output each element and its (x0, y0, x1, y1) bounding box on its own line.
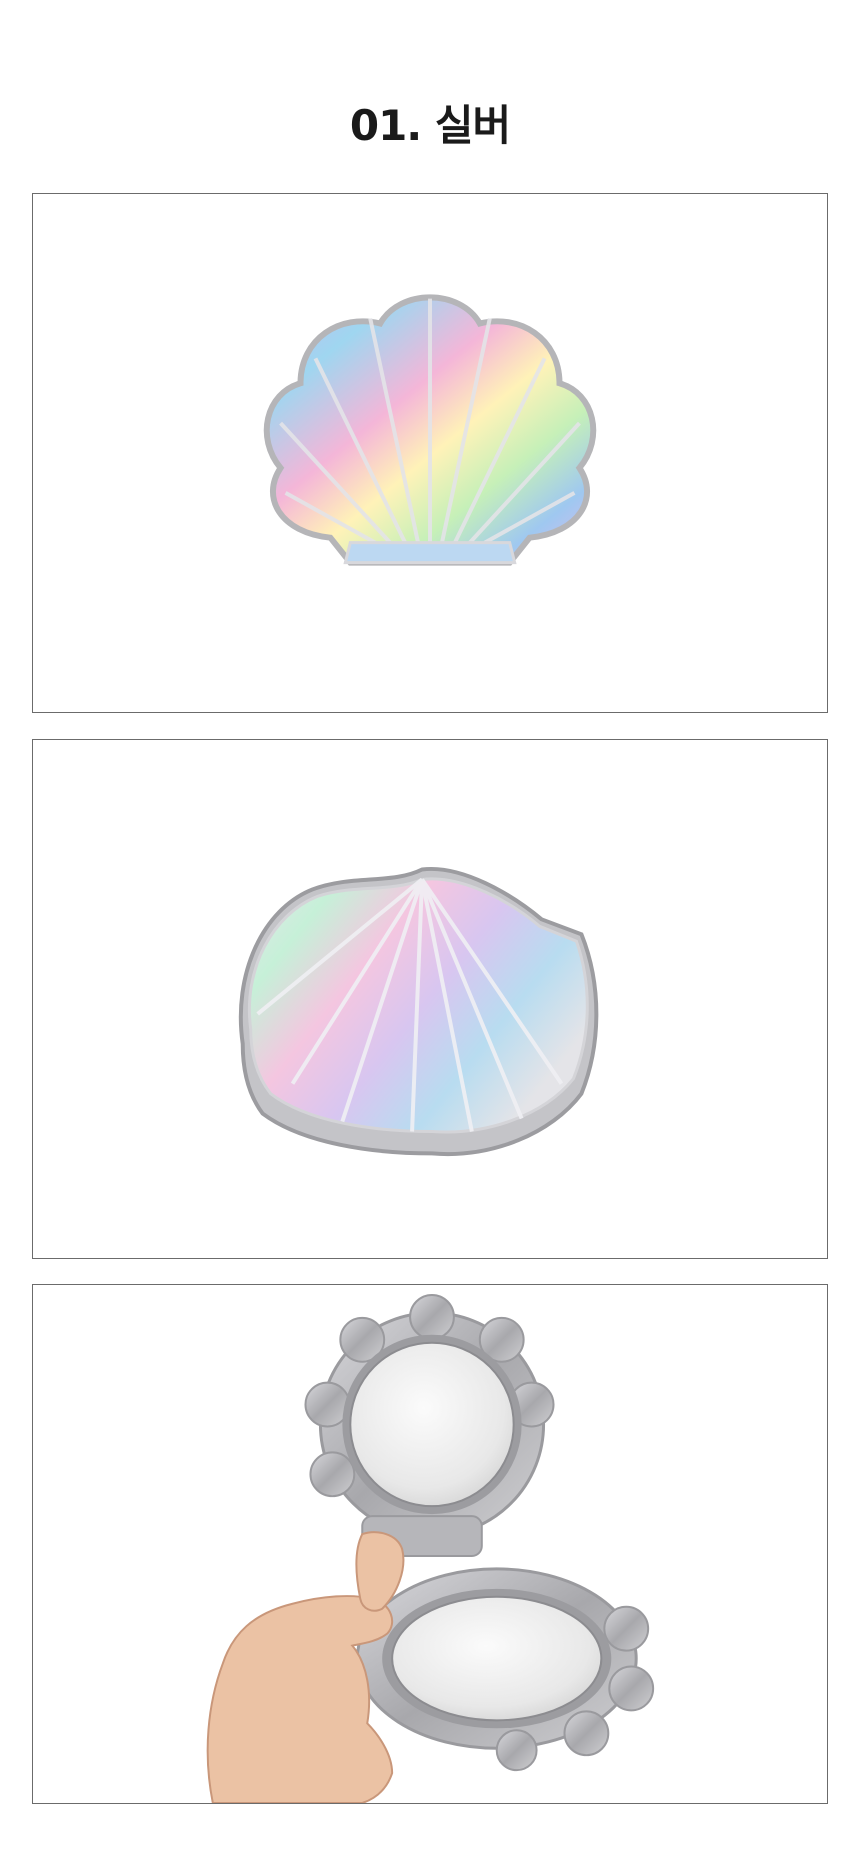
product-image-front (32, 193, 828, 713)
shell-front (263, 294, 597, 566)
product-image-angled (32, 739, 828, 1259)
shell-mirror-angled-illustration (238, 866, 599, 1157)
shell-angled (238, 866, 599, 1157)
shell-mirror-open-illustration (206, 1293, 655, 1803)
shell-mirror-front-illustration (263, 294, 597, 566)
mirror-base (355, 1567, 655, 1772)
mirror-lid (304, 1293, 555, 1538)
product-image-open (32, 1284, 828, 1804)
page-title: 01. 실버 (349, 101, 511, 150)
